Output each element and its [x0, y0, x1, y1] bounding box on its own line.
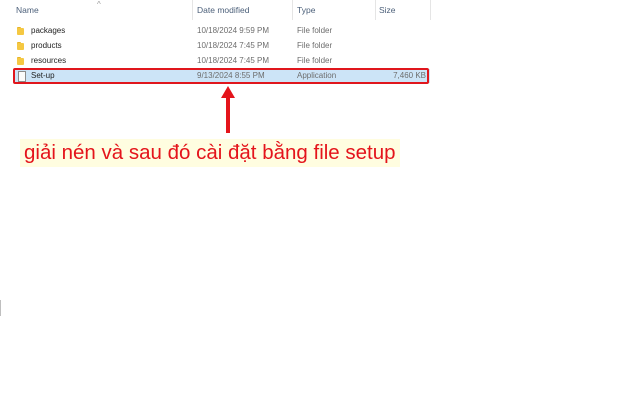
column-header-date-modified[interactable]: Date modified — [197, 0, 291, 20]
column-divider[interactable] — [292, 0, 293, 20]
file-type: File folder — [297, 56, 333, 65]
file-date-modified: 10/18/2024 7:45 PM — [197, 41, 270, 50]
file-type: File folder — [297, 26, 333, 35]
column-divider[interactable] — [430, 0, 431, 20]
instruction-annotation: giải nén và sau đó cài đặt bằng file set… — [20, 139, 400, 167]
column-divider[interactable] — [192, 0, 193, 20]
folder-icon — [17, 26, 27, 36]
file-name: packages — [31, 26, 66, 35]
file-name: resources — [31, 56, 67, 65]
file-row-packages[interactable]: packages 10/18/2024 9:59 PM File folder — [14, 24, 430, 38]
file-row-products[interactable]: products 10/18/2024 7:45 PM File folder — [14, 39, 430, 53]
highlight-box — [13, 68, 429, 84]
file-row-resources[interactable]: resources 10/18/2024 7:45 PM File folder — [14, 54, 430, 68]
file-date-modified: 10/18/2024 7:45 PM — [197, 56, 270, 65]
column-header-type[interactable]: Type — [297, 0, 375, 20]
red-arrow-up-icon — [221, 86, 235, 133]
column-header-name[interactable]: Name — [16, 0, 192, 20]
column-divider[interactable] — [375, 0, 376, 20]
folder-icon — [17, 56, 27, 66]
file-explorer-list: ^ Name Date modified Type Size packages … — [0, 0, 432, 90]
window-edge — [0, 300, 1, 316]
folder-icon — [17, 41, 27, 51]
file-date-modified: 10/18/2024 9:59 PM — [197, 26, 270, 35]
column-header-bar: ^ Name Date modified Type Size — [0, 0, 432, 20]
file-type: File folder — [297, 41, 333, 50]
file-name: products — [31, 41, 62, 50]
column-header-size[interactable]: Size — [379, 0, 429, 20]
